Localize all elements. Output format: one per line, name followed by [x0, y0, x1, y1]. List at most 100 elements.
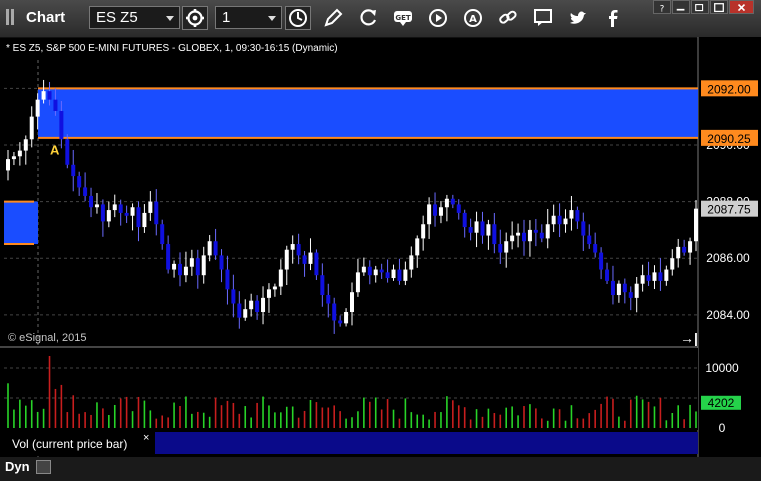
- window-grip-icon[interactable]: [6, 9, 18, 25]
- maximize-icon: [714, 3, 724, 13]
- current-price-label: 2087.75: [707, 203, 751, 217]
- svg-text:GET: GET: [395, 14, 411, 22]
- twitter-button[interactable]: [567, 7, 589, 29]
- candle-body: [616, 283, 621, 296]
- symbol-value: ES Z5: [96, 9, 138, 26]
- candle-body: [569, 210, 574, 219]
- refresh-button[interactable]: [357, 7, 379, 29]
- candle-body: [385, 272, 390, 279]
- draw-tool-button[interactable]: [322, 7, 344, 29]
- get-button[interactable]: GET: [392, 7, 414, 29]
- prior-zone: [4, 201, 38, 245]
- candle-body: [539, 232, 544, 239]
- help-button[interactable]: ?: [653, 0, 671, 14]
- candle-body: [166, 244, 171, 270]
- candle-body: [527, 229, 532, 242]
- lock-icon[interactable]: [36, 460, 51, 474]
- symbol-input[interactable]: ES Z5: [89, 6, 180, 29]
- alert-button[interactable]: A: [462, 7, 484, 29]
- candle-body: [130, 207, 135, 216]
- candle-body: [231, 289, 236, 304]
- alert-icon: A: [464, 9, 482, 27]
- clock-icon: [289, 9, 307, 27]
- play-button[interactable]: [427, 7, 449, 29]
- candle-body: [219, 255, 224, 270]
- zone-price-label: 2090.25: [707, 132, 751, 146]
- candle-body: [438, 207, 443, 216]
- candle-body: [409, 255, 414, 270]
- candle-body: [694, 208, 698, 242]
- candle-body: [142, 212, 147, 228]
- candle-body: [308, 252, 313, 264]
- get-icon: GET: [394, 11, 412, 26]
- volume-pane: [0, 348, 698, 430]
- candle-body: [551, 215, 556, 225]
- copyright-text: © eSignal, 2015: [8, 332, 87, 344]
- interval-settings-button[interactable]: [182, 6, 208, 30]
- candle-body: [326, 295, 331, 304]
- candle-body: [213, 241, 218, 256]
- y-tick-label: 2086.00: [706, 251, 750, 265]
- candle-body: [516, 232, 521, 236]
- candle-body: [373, 269, 378, 276]
- refresh-icon: [360, 9, 377, 26]
- toolbar: Chart ES Z5 1 GET A ?: [0, 0, 761, 38]
- candle-body: [332, 303, 337, 321]
- candle-body: [207, 241, 212, 256]
- interval-input[interactable]: 1: [215, 6, 282, 29]
- candle-body: [65, 139, 70, 165]
- candle-body: [575, 210, 580, 222]
- pencil-icon: [324, 8, 343, 27]
- candle-body: [284, 249, 289, 270]
- price-chart[interactable]: 2084.002086.002088.002090.002092.002092.…: [0, 37, 761, 457]
- candle-body: [486, 224, 491, 236]
- volume-study-label[interactable]: Vol (current price bar): [4, 432, 154, 454]
- maximize-button[interactable]: [710, 0, 728, 14]
- time-template-button[interactable]: [285, 6, 311, 30]
- jump-to-end-icon[interactable]: →|: [680, 330, 698, 346]
- candle-body: [302, 255, 307, 264]
- svg-text:?: ?: [660, 4, 665, 14]
- candle-body: [622, 283, 627, 293]
- candle-body: [682, 246, 687, 253]
- candle-body: [314, 252, 319, 276]
- volume-label-text: Vol (current price bar): [12, 437, 128, 451]
- minimize-button[interactable]: [672, 0, 690, 14]
- alert-marker: A: [50, 143, 60, 158]
- candle-body: [533, 229, 538, 233]
- y-tick-label: 2084.00: [706, 308, 750, 322]
- comment-button[interactable]: [532, 7, 554, 29]
- close-button[interactable]: [729, 0, 754, 14]
- facebook-button[interactable]: [602, 7, 624, 29]
- candle-body: [587, 235, 592, 245]
- candle-body: [23, 139, 28, 151]
- close-icon: [737, 3, 746, 12]
- candle-body: [89, 195, 94, 208]
- candle-body: [581, 221, 586, 236]
- restore-button[interactable]: [691, 0, 709, 14]
- candle-body: [118, 204, 123, 213]
- facebook-icon: [609, 10, 618, 27]
- candle-body: [41, 91, 46, 100]
- dynamic-mode-label[interactable]: Dyn: [5, 459, 30, 474]
- candle-body: [71, 164, 76, 177]
- chevron-down-icon[interactable]: [166, 16, 174, 21]
- candle-body: [688, 241, 693, 253]
- link-button[interactable]: [497, 7, 519, 29]
- zone-price-label: 2092.00: [707, 82, 751, 96]
- candle-body: [178, 263, 182, 276]
- candle-body: [17, 150, 22, 157]
- gear-icon: [186, 9, 204, 27]
- candle-body: [255, 300, 260, 313]
- candle-body: [480, 221, 485, 236]
- candle-body: [11, 156, 16, 160]
- candle-body: [83, 187, 88, 196]
- candle-body: [504, 241, 509, 253]
- candle-body: [320, 275, 325, 296]
- candle-body: [6, 159, 10, 171]
- candle-body: [278, 269, 283, 287]
- chevron-down-icon[interactable]: [268, 16, 276, 21]
- candle-body: [427, 204, 432, 225]
- candle-body: [338, 320, 343, 324]
- volume-close-icon[interactable]: ×: [143, 432, 149, 444]
